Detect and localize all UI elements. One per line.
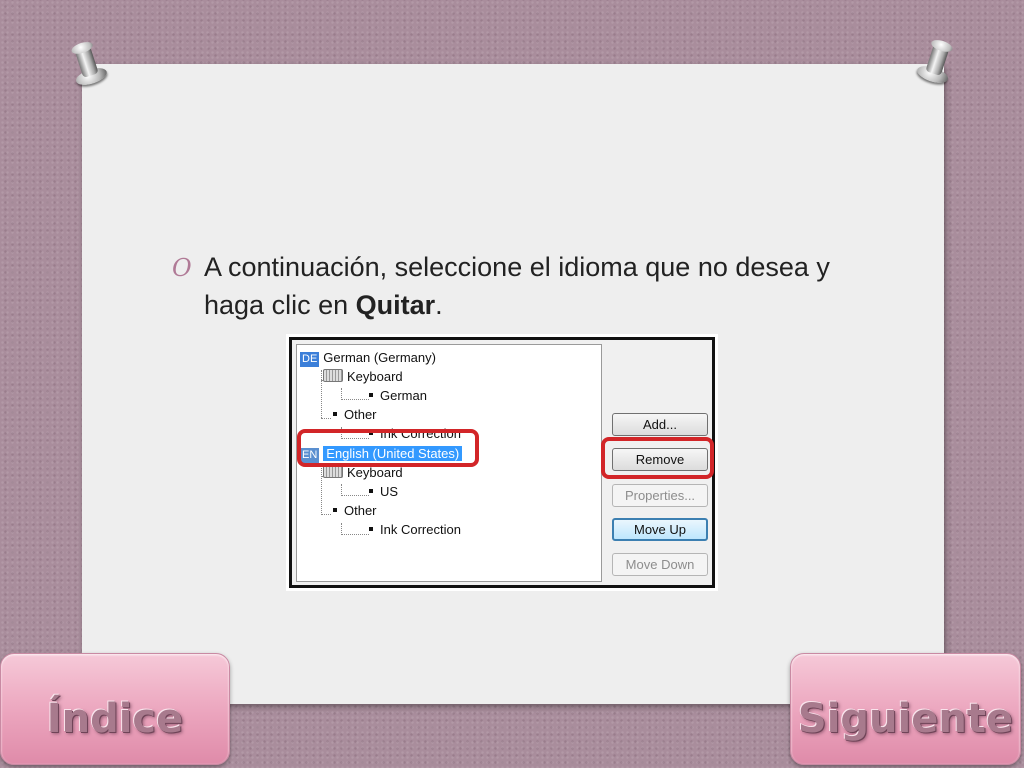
properties-button[interactable]: Properties... — [612, 484, 708, 507]
bullet-icon — [333, 412, 337, 416]
bullet-icon — [333, 508, 337, 512]
pushpin-icon — [911, 36, 960, 93]
instruction-text: A continuación, seleccione el idioma que… — [204, 248, 864, 324]
index-button[interactable]: Índice — [0, 653, 230, 765]
tree-item-label: German — [380, 388, 427, 403]
move-down-button[interactable]: Move Down — [612, 553, 708, 576]
tree-item-english-other[interactable]: Other — [333, 501, 377, 520]
tree-item-label: Ink Correction — [380, 522, 461, 537]
highlight-english-annotation — [297, 429, 479, 467]
tree-item-label: Keyboard — [347, 465, 403, 480]
keyboard-icon — [323, 369, 343, 382]
add-button[interactable]: Add... — [612, 413, 708, 436]
tree-item-english-ink-correction[interactable]: Ink Correction — [369, 520, 461, 539]
highlight-remove-annotation — [601, 437, 714, 479]
instruction-text-main: A continuación, seleccione el idioma que… — [204, 252, 830, 320]
language-code-badge: DE — [300, 352, 320, 367]
bullet-icon: O — [172, 254, 192, 282]
bullet-icon — [369, 527, 373, 531]
tree-item-german-other[interactable]: Other — [333, 405, 377, 424]
tree-item-label: Keyboard — [347, 369, 403, 384]
tree-item-german-keyboard[interactable]: Keyboard — [323, 367, 403, 386]
next-button[interactable]: Siguiente — [790, 653, 1021, 765]
tree-item-label: German (Germany) — [323, 350, 436, 365]
tree-item-label: US — [380, 484, 399, 499]
move-up-button[interactable]: Move Up — [612, 518, 708, 541]
slide-bullet: O A continuación, seleccione el idioma q… — [172, 248, 872, 324]
instruction-text-end: . — [435, 290, 443, 320]
bullet-icon — [369, 489, 373, 493]
instruction-text-emphasis: Quitar — [355, 290, 436, 320]
tree-item-label: Other — [344, 503, 377, 518]
bullet-icon — [369, 393, 373, 397]
tree-item-english-layout[interactable]: US — [369, 482, 398, 501]
tree-item-german[interactable]: DE German (Germany) — [300, 348, 436, 367]
tree-item-label: Other — [344, 407, 377, 422]
tree-item-german-layout[interactable]: German — [369, 386, 427, 405]
